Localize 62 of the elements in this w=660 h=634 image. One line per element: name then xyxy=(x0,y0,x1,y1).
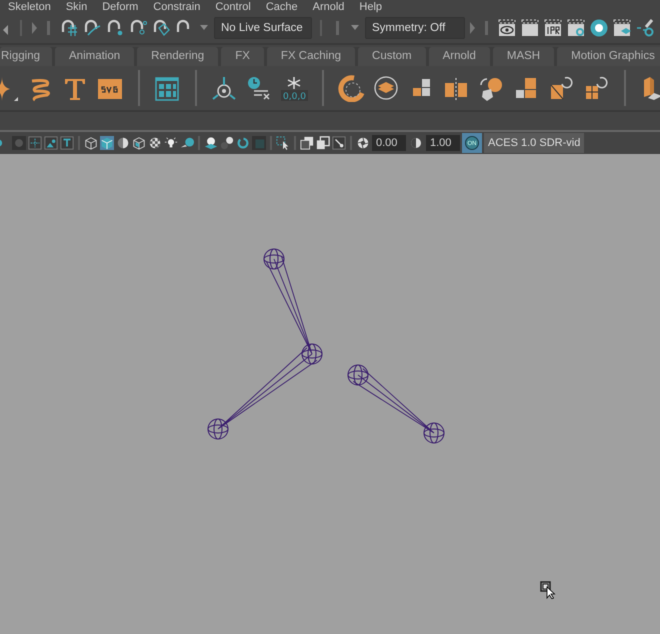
joint-tool-icon[interactable] xyxy=(211,74,238,102)
menu-item[interactable]: Arnold xyxy=(312,1,344,13)
image-plane-icon[interactable] xyxy=(44,136,58,150)
live-surface-field[interactable]: No Live Surface xyxy=(214,17,312,39)
cursor-icon xyxy=(540,581,556,599)
light-bulb-icon[interactable] xyxy=(164,136,178,150)
menu-item[interactable]: Skin xyxy=(66,1,88,13)
render-view-icon[interactable] xyxy=(497,18,517,38)
quad-square-refresh-icon[interactable] xyxy=(583,74,610,102)
shelf-tab[interactable]: FX xyxy=(221,47,264,66)
render-frame-icon[interactable] xyxy=(520,18,540,38)
shadow-sphere-icon[interactable] xyxy=(180,136,194,150)
picker-frame-icon[interactable] xyxy=(332,136,346,150)
menu-item[interactable]: Deform xyxy=(102,1,138,13)
aperture-icon[interactable] xyxy=(356,136,370,150)
half-sphere-icon[interactable] xyxy=(116,136,130,150)
grid-window-icon[interactable] xyxy=(154,74,181,102)
select-arrow-icon[interactable] xyxy=(276,136,290,150)
ring-icon[interactable] xyxy=(236,136,250,150)
light-editor-icon[interactable] xyxy=(635,18,655,38)
menu-item[interactable]: Skeleton xyxy=(8,1,51,13)
layer-stack-icon[interactable] xyxy=(373,74,400,102)
text-frame-icon[interactable] xyxy=(60,136,74,150)
shelf-tab[interactable]: Arnold xyxy=(428,47,490,66)
stacked-squares-icon[interactable] xyxy=(316,136,330,150)
snap-curve-icon[interactable] xyxy=(82,18,102,38)
sphere-plane-icon[interactable] xyxy=(204,136,218,150)
circle-dashed-icon[interactable] xyxy=(338,74,365,102)
overlap-squares-icon[interactable] xyxy=(300,136,314,150)
safe-frame-icon[interactable] xyxy=(28,136,42,150)
freeze-label: 0,0,0 xyxy=(283,92,306,102)
view-transform-field[interactable]: ACES 1.0 SDR-vid xyxy=(484,133,584,153)
shelf-tab[interactable]: Rendering xyxy=(137,47,218,66)
ipr-render-icon[interactable] xyxy=(543,18,563,38)
snap-point-icon[interactable] xyxy=(105,18,125,38)
shelf-tab[interactable]: Custom xyxy=(358,47,426,66)
menu-item[interactable]: Control xyxy=(215,1,251,13)
wireframe-cube-icon[interactable] xyxy=(84,136,98,150)
shelf-tab[interactable]: Motion Graphics xyxy=(557,47,660,66)
shelf-tab[interactable]: FX Caching xyxy=(266,47,356,66)
dropdown-arrow-icon[interactable] xyxy=(200,25,208,31)
shelf-tab[interactable]: MASH xyxy=(492,47,554,66)
exposure-field[interactable]: 0.00 xyxy=(372,135,406,151)
textured-cube-icon[interactable] xyxy=(132,136,146,150)
menu-item[interactable]: Constrain xyxy=(153,1,200,13)
spheres-icon[interactable] xyxy=(220,136,234,150)
shaded-cube-icon[interactable] xyxy=(100,136,114,150)
gamma-field[interactable]: 1.00 xyxy=(426,135,460,151)
hypershade-icon[interactable] xyxy=(589,18,609,38)
render-settings-icon[interactable] xyxy=(566,18,586,38)
render-setup-icon[interactable] xyxy=(612,18,632,38)
menu-item[interactable]: Help xyxy=(359,1,382,13)
split-square-refresh-icon[interactable] xyxy=(548,74,575,102)
snap-surface-icon[interactable] xyxy=(151,18,171,38)
snap-grid-icon[interactable] xyxy=(59,18,79,38)
menu-item[interactable]: Cache xyxy=(266,1,298,13)
symmetry-field[interactable]: Symmetry: Off xyxy=(365,17,465,39)
shelf-tab[interactable]: Animation xyxy=(55,47,134,66)
shelf-tab[interactable]: Rigging xyxy=(0,47,52,66)
dropdown-arrow-icon[interactable] xyxy=(351,25,359,31)
checker-sphere-icon[interactable] xyxy=(148,136,162,150)
gamma-icon[interactable] xyxy=(408,135,424,151)
